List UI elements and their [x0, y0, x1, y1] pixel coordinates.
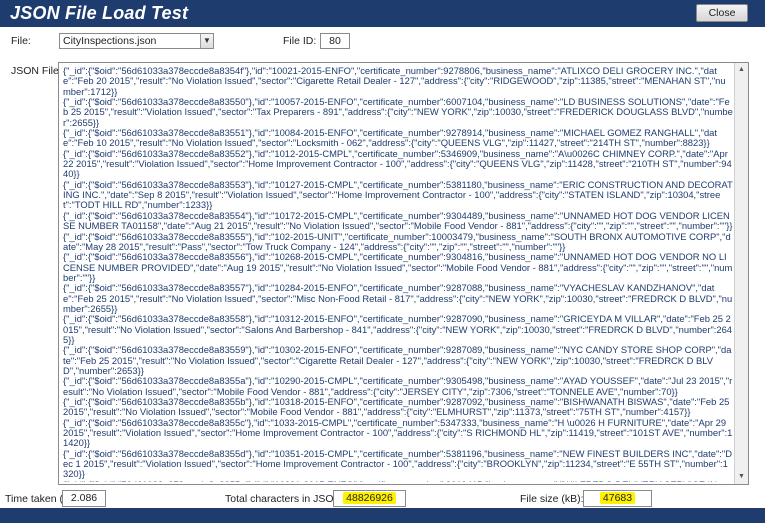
file-id-field[interactable]: 80 [320, 33, 350, 49]
chevron-down-icon[interactable]: ▼ [200, 34, 213, 48]
title-bar: JSON File Load Test Close [0, 0, 765, 27]
json-file-label: JSON File: [11, 65, 62, 77]
file-combobox[interactable]: CityInspections.json ▼ [59, 33, 214, 49]
json-content-text: {"_id":{"$oid":"56d61033a378eccde8a8354f… [63, 66, 733, 482]
file-id-label: File ID: [283, 35, 317, 47]
file-size-field[interactable]: 47683 [583, 490, 652, 507]
close-button[interactable]: Close [696, 4, 748, 22]
footer-bar [0, 508, 765, 523]
total-characters-value: 48826926 [343, 492, 396, 504]
file-size-label: File size (kB): [520, 493, 584, 505]
json-vertical-scrollbar[interactable]: ▲ ▼ [734, 63, 748, 484]
json-content-textbox[interactable]: {"_id":{"$oid":"56d61033a378eccde8a8354f… [58, 62, 749, 485]
total-characters-field[interactable]: 48826926 [333, 490, 406, 507]
file-combobox-value: CityInspections.json [63, 35, 157, 47]
file-label: File: [11, 35, 31, 47]
window-title: JSON File Load Test [10, 3, 189, 23]
time-taken-field[interactable]: 2.086 [62, 490, 106, 507]
scroll-up-arrow-icon[interactable]: ▲ [735, 63, 748, 77]
file-size-value: 47683 [599, 492, 636, 504]
scroll-down-arrow-icon[interactable]: ▼ [735, 470, 748, 484]
